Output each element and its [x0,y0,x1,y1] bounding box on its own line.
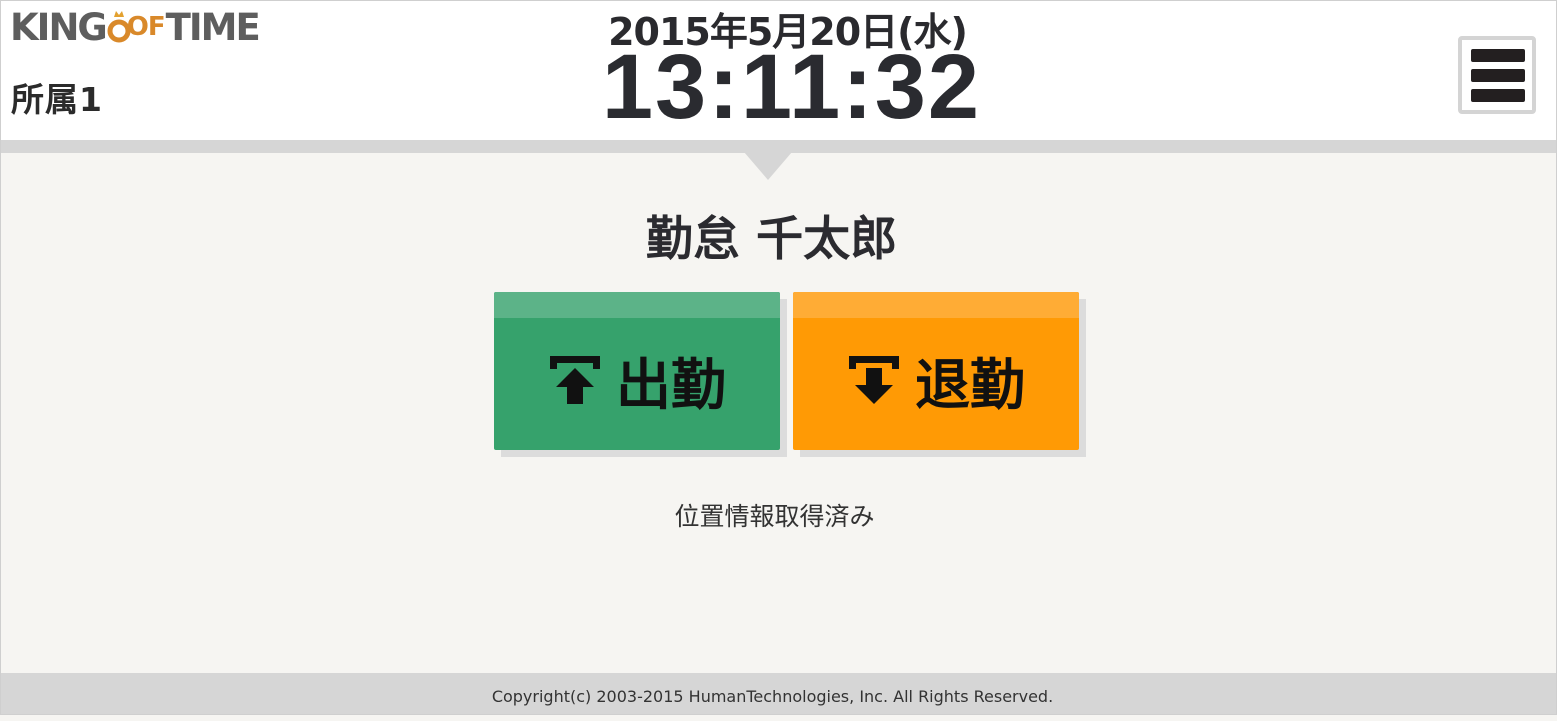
current-time: 13:11:32 [1,35,1557,140]
location-status-text: 位置情報取得済み [674,502,875,531]
arrow-up-to-bar-icon [549,356,600,404]
clock-in-face[interactable]: 出勤 [494,292,780,450]
clock-in-label: 出勤 [615,353,726,417]
copyright-text: Copyright(c) 2003-2015 HumanTechnologies… [491,687,1054,706]
current-time-text: 13:11:32 [601,36,982,138]
header: KING OF TIME 所属1 2015年5月20日(水) 13:11:32 [1,1,1556,140]
location-status: 位置情報取得済み [0,497,1557,533]
button-highlight [494,292,780,318]
footer: Copyright(c) 2003-2015 HumanTechnologies… [1,673,1556,714]
header-pointer [744,152,792,180]
button-highlight [793,292,1079,318]
menu-button[interactable] [1458,36,1536,114]
arrow-down-to-bar-icon [848,356,899,404]
clock-out-label: 退勤 [914,353,1025,417]
clock-in-button[interactable]: 出勤 [494,292,787,457]
employee-name: 勤怠 千太郎 [0,200,1557,269]
clock-out-button[interactable]: 退勤 [793,292,1086,457]
clock-out-face[interactable]: 退勤 [793,292,1079,450]
employee-name-text: 勤怠 千太郎 [645,212,898,267]
